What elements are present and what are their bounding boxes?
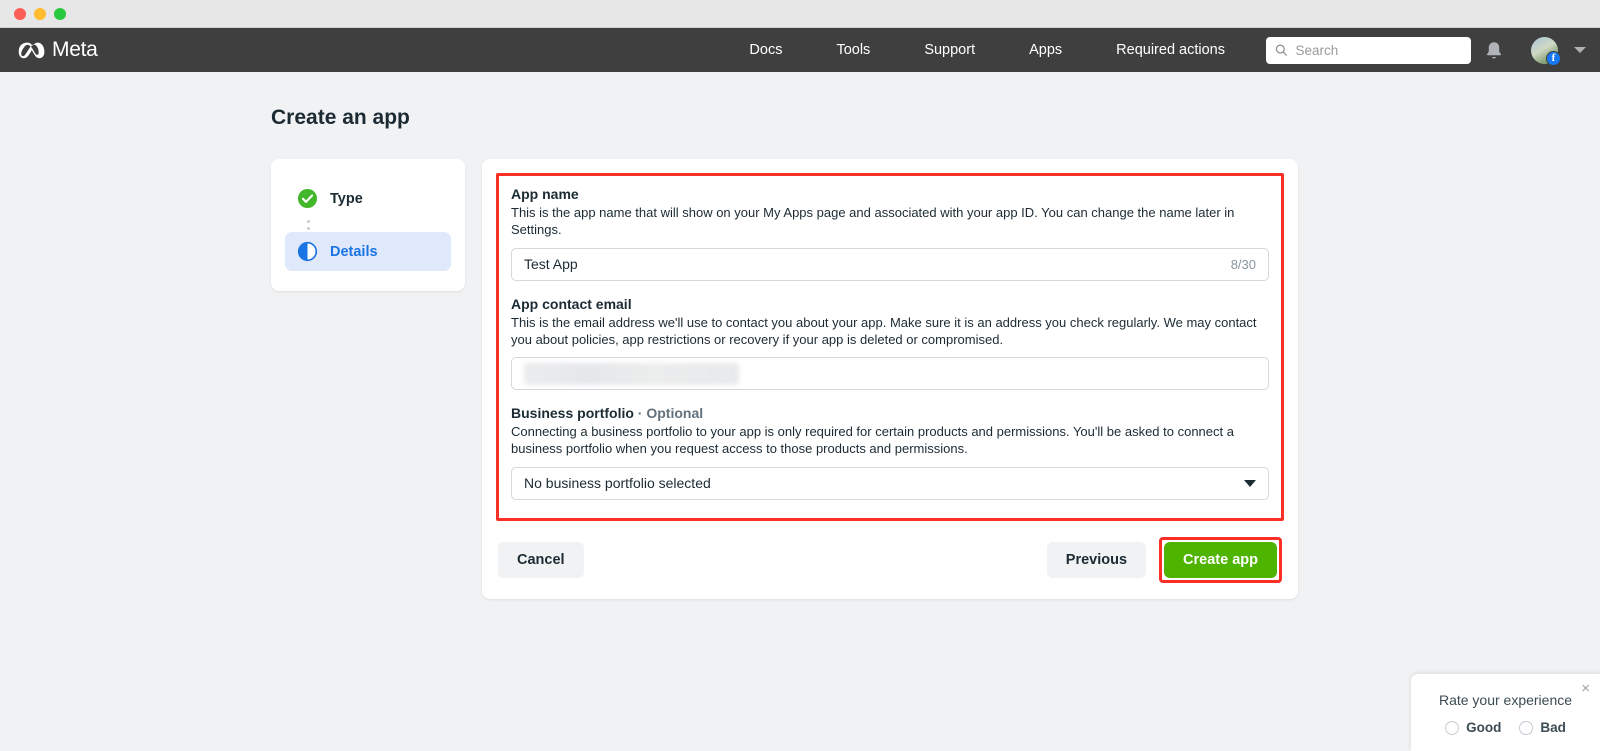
facebook-badge-icon: f bbox=[1546, 50, 1561, 66]
search-input[interactable] bbox=[1295, 42, 1462, 58]
nav-link-docs[interactable]: Docs bbox=[722, 42, 809, 58]
stepper-item-type[interactable]: Type bbox=[285, 179, 451, 218]
chevron-down-icon bbox=[1244, 479, 1256, 487]
window-titlebar bbox=[0, 0, 1600, 28]
content-layout: Type Details App name This is the app na… bbox=[271, 159, 1600, 599]
label-app-name: App name bbox=[511, 186, 579, 202]
close-icon[interactable]: × bbox=[1581, 681, 1590, 696]
form-actions: Cancel Previous Create app bbox=[496, 536, 1284, 583]
feedback-label-bad: Bad bbox=[1540, 720, 1566, 735]
field-contact-email: App contact email This is the email addr… bbox=[511, 296, 1269, 391]
description-contact-email: This is the email address we'll use to c… bbox=[511, 314, 1257, 347]
meta-logo[interactable]: Meta bbox=[18, 38, 98, 62]
description-app-name: This is the app name that will show on y… bbox=[511, 205, 1235, 238]
wizard-stepper: Type Details bbox=[271, 159, 465, 291]
create-app-annotation-highlight: Create app bbox=[1159, 536, 1282, 583]
feedback-option-good[interactable]: Good bbox=[1445, 720, 1501, 735]
nav-link-tools[interactable]: Tools bbox=[809, 42, 897, 58]
details-form-card: App name This is the app name that will … bbox=[482, 159, 1298, 599]
business-portfolio-label-text: Business portfolio bbox=[511, 405, 634, 422]
nav-link-apps[interactable]: Apps bbox=[1002, 42, 1089, 58]
business-portfolio-select[interactable]: No business portfolio selected bbox=[511, 466, 1269, 500]
form-fields-annotation-highlight: App name This is the app name that will … bbox=[496, 173, 1284, 521]
stepper-label-details: Details bbox=[330, 243, 378, 260]
meta-infinity-icon bbox=[18, 42, 45, 59]
meta-brand-name: Meta bbox=[52, 38, 98, 61]
check-circle-icon bbox=[297, 188, 318, 209]
radio-bad[interactable] bbox=[1519, 720, 1534, 735]
bell-icon bbox=[1486, 41, 1502, 58]
field-business-portfolio: Business portfolio · Optional Connecting… bbox=[511, 405, 1269, 500]
create-app-button[interactable]: Create app bbox=[1164, 541, 1277, 578]
account-menu-chevron-down-icon[interactable] bbox=[1574, 47, 1586, 53]
nav-link-support[interactable]: Support bbox=[897, 42, 1002, 58]
app-name-char-counter: 8/30 bbox=[1230, 256, 1256, 272]
nav-link-required-actions[interactable]: Required actions bbox=[1089, 42, 1252, 58]
feedback-options: Good Bad bbox=[1427, 720, 1584, 735]
page-title: Create an app bbox=[271, 106, 410, 129]
app-name-input[interactable] bbox=[524, 256, 1221, 273]
stepper-label-type: Type bbox=[330, 190, 363, 207]
contact-email-input-row[interactable] bbox=[511, 357, 1269, 391]
previous-button[interactable]: Previous bbox=[1046, 541, 1147, 578]
stepper-connector bbox=[307, 218, 310, 232]
window-close-button[interactable] bbox=[14, 7, 26, 20]
search-box[interactable] bbox=[1266, 36, 1471, 64]
nav-right-cluster: f bbox=[1266, 36, 1586, 66]
window-minimize-button[interactable] bbox=[34, 7, 46, 20]
business-portfolio-selected-value: No business portfolio selected bbox=[524, 475, 711, 492]
notifications-button[interactable] bbox=[1471, 41, 1517, 60]
app-name-input-row[interactable]: 8/30 bbox=[511, 247, 1269, 281]
main-nav-links: Docs Tools Support Apps Required actions bbox=[722, 42, 1252, 58]
radio-good[interactable] bbox=[1445, 720, 1460, 735]
description-business-portfolio: Connecting a business portfolio to your … bbox=[511, 424, 1234, 457]
label-business-portfolio: Business portfolio · Optional bbox=[511, 405, 1269, 421]
search-icon bbox=[1275, 44, 1288, 56]
business-portfolio-optional-tag: · Optional bbox=[637, 405, 704, 422]
feedback-title: Rate your experience bbox=[1438, 692, 1573, 708]
top-navigation-bar: Meta Docs Tools Support Apps Required ac… bbox=[0, 28, 1600, 72]
feedback-label-good: Good bbox=[1466, 720, 1502, 735]
user-avatar[interactable]: f bbox=[1531, 36, 1561, 66]
primary-actions-group: Previous Create app bbox=[1046, 536, 1282, 583]
half-circle-icon bbox=[297, 241, 318, 262]
feedback-option-bad[interactable]: Bad bbox=[1519, 720, 1566, 735]
feedback-widget: × Rate your experience Good Bad bbox=[1411, 674, 1600, 751]
cancel-button[interactable]: Cancel bbox=[498, 541, 584, 578]
field-app-name: App name This is the app name that will … bbox=[511, 186, 1269, 281]
label-contact-email: App contact email bbox=[511, 295, 632, 312]
contact-email-redacted-value bbox=[524, 362, 739, 385]
page-body: Create an app Type Details App name This… bbox=[0, 72, 1600, 751]
stepper-item-details[interactable]: Details bbox=[285, 232, 451, 271]
window-maximize-button[interactable] bbox=[54, 7, 66, 20]
